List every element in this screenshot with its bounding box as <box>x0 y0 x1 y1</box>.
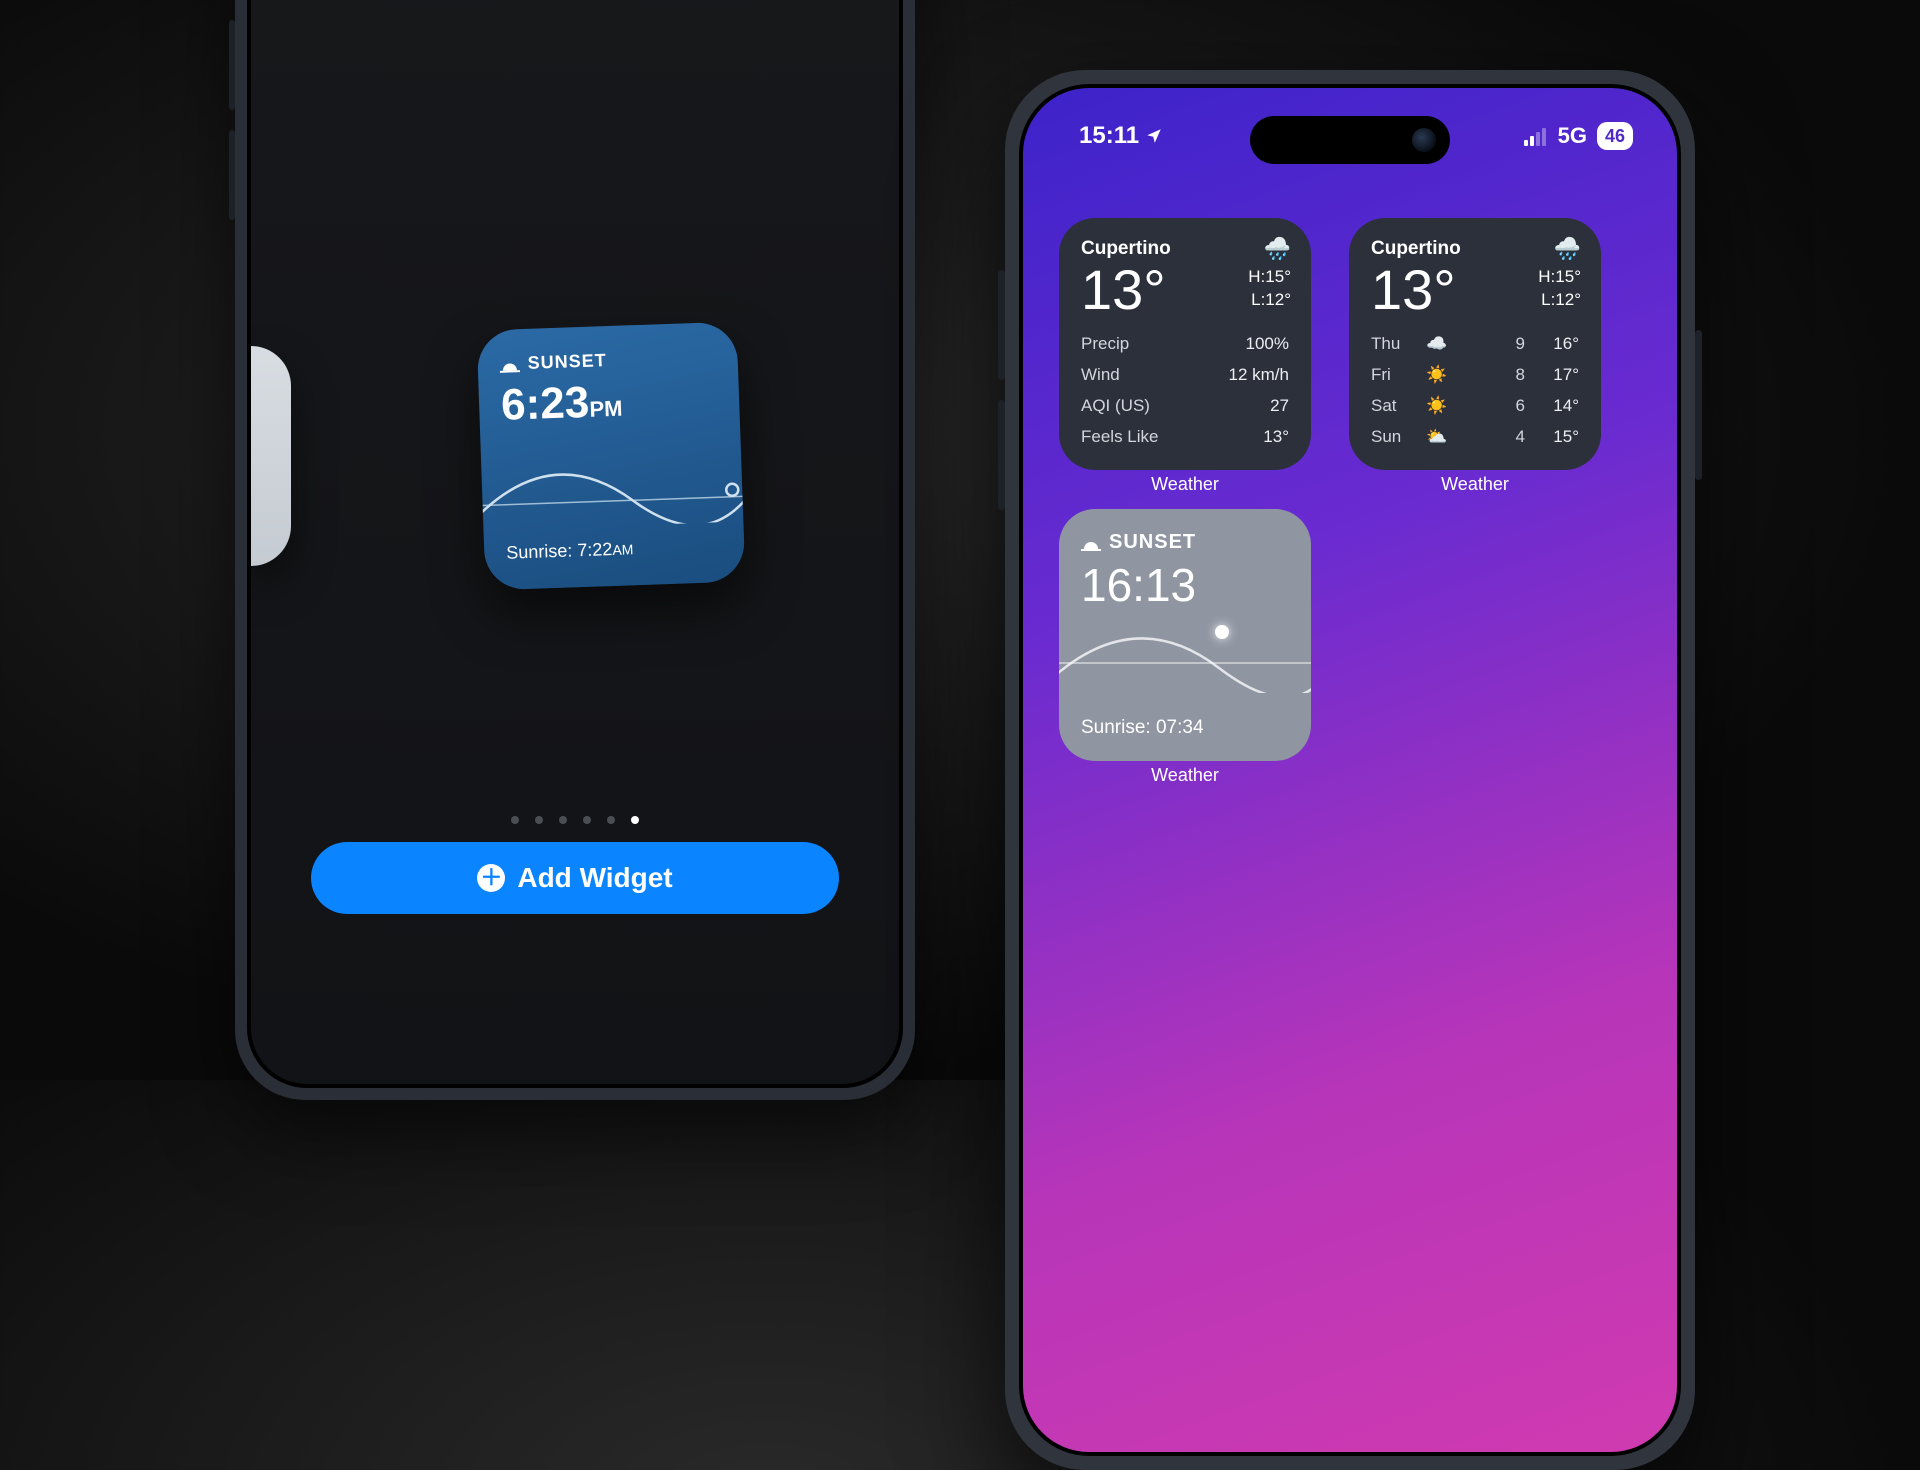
sunrise-row: Sunrise: 7:22AM <box>506 538 634 563</box>
detail-row: Precip100% <box>1081 334 1289 354</box>
detail-row: Feels Like13° <box>1081 427 1289 447</box>
page-dot[interactable] <box>535 816 543 824</box>
battery-pill: 46 <box>1597 122 1633 150</box>
phone-right-bezel: 15:11 5G 46 <box>1019 84 1681 1456</box>
phone-left-frame: SUNSET 6:23PM Sunrise: 7:22AM ＋ Add <box>235 0 915 1100</box>
detail-rows: Precip100% Wind12 km/h AQI (US)27 Feels Lik… <box>1081 334 1289 447</box>
volume-down-button[interactable] <box>229 130 235 220</box>
page-dot[interactable] <box>559 816 567 824</box>
page-dot[interactable] <box>631 816 639 824</box>
widget-caption: Weather <box>1059 765 1311 786</box>
weather-detail-widget[interactable]: Cupertino 13° 🌧️ H:15° L:12° Precip100%W… <box>1059 218 1311 470</box>
location-arrow-icon <box>1145 127 1163 145</box>
widget-gallery-screen[interactable]: SUNSET 6:23PM Sunrise: 7:22AM ＋ Add <box>251 0 899 1084</box>
forecast-row: Fri☀️817° <box>1371 365 1579 385</box>
widget-caption: Weather <box>1059 474 1311 495</box>
sun-position-dot <box>1215 625 1229 639</box>
volume-down-button[interactable] <box>998 400 1005 510</box>
high-low: H:15° L:12° <box>1538 266 1581 312</box>
phone-right-frame: 15:11 5G 46 <box>1005 70 1695 1470</box>
sunset-label: SUNSET <box>527 350 607 374</box>
sun-curve-graphic <box>481 441 744 530</box>
previous-widget-peek[interactable] <box>251 346 291 566</box>
home-screen[interactable]: 15:11 5G 46 <box>1023 88 1677 1452</box>
widget-grid: Cupertino 13° 🌧️ H:15° L:12° Precip100%W… <box>1059 218 1641 800</box>
widget-caption: Weather <box>1349 474 1601 495</box>
sunset-label: SUNSET <box>1109 531 1196 554</box>
detail-row: Wind12 km/h <box>1081 365 1289 385</box>
rain-icon: 🌧️ <box>1264 236 1291 262</box>
sunset-widget-preview[interactable]: SUNSET 6:23PM Sunrise: 7:22AM <box>477 322 746 591</box>
sunset-icon <box>499 356 520 373</box>
page-dot[interactable] <box>607 816 615 824</box>
weather-forecast-widget[interactable]: Cupertino 13° 🌧️ H:15° L:12° Thu☁️916°Fr… <box>1349 218 1601 470</box>
sunset-widget[interactable]: SUNSET 16:13 Sunrise: 07:34 <box>1059 509 1311 761</box>
add-widget-label: Add Widget <box>517 862 672 894</box>
detail-row: AQI (US)27 <box>1081 396 1289 416</box>
page-dot[interactable] <box>583 816 591 824</box>
status-time: 15:11 <box>1079 122 1163 150</box>
sunset-time: 6:23PM <box>500 373 718 431</box>
cellular-signal-icon <box>1524 126 1548 146</box>
sunrise-row: Sunrise: 07:34 <box>1081 717 1204 739</box>
sun-curve-graphic <box>1059 613 1311 693</box>
sunset-icon <box>1081 535 1101 551</box>
forecast-row: Sun⛅415° <box>1371 427 1579 447</box>
forecast-rows: Thu☁️916° Fri☀️817° Sat☀️614° Sun⛅415° <box>1371 334 1579 447</box>
sunset-time: 16:13 <box>1081 558 1289 612</box>
phone-left-bezel: SUNSET 6:23PM Sunrise: 7:22AM ＋ Add <box>247 0 903 1088</box>
location-label: Cupertino <box>1371 238 1579 260</box>
volume-up-button[interactable] <box>998 270 1005 380</box>
network-label: 5G <box>1558 123 1587 149</box>
power-button[interactable] <box>1695 330 1702 480</box>
status-bar: 15:11 5G 46 <box>1023 118 1677 158</box>
forecast-row: Sat☀️614° <box>1371 396 1579 416</box>
page-dots[interactable] <box>251 816 899 824</box>
page-dot[interactable] <box>511 816 519 824</box>
plus-circle-icon: ＋ <box>477 864 505 892</box>
volume-up-button[interactable] <box>229 20 235 110</box>
rain-icon: 🌧️ <box>1554 236 1581 262</box>
add-widget-button[interactable]: ＋ Add Widget <box>311 842 839 914</box>
location-label: Cupertino <box>1081 238 1289 260</box>
high-low: H:15° L:12° <box>1248 266 1291 312</box>
forecast-row: Thu☁️916° <box>1371 334 1579 354</box>
